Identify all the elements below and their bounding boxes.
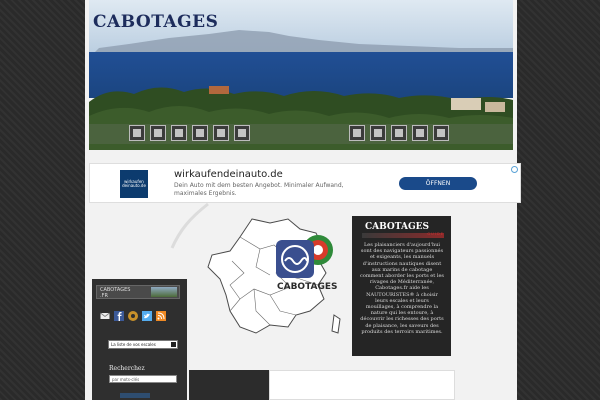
ad-description: Dein Auto mit dem besten Angebot. Minima… <box>174 182 344 197</box>
toolbar-left <box>129 125 250 143</box>
grid-icon[interactable] <box>213 125 229 141</box>
share-icons <box>100 311 166 321</box>
rss-icon[interactable] <box>128 311 138 321</box>
promo-box: CABOTAGES G U I D E Les plaisanciers d'a… <box>352 216 451 356</box>
promo-subtitle: G U I D E <box>427 232 443 236</box>
search-input[interactable]: par mots-clés <box>109 375 177 383</box>
calendar-icon[interactable] <box>150 125 166 141</box>
printer-icon[interactable] <box>370 125 386 141</box>
camera-icon[interactable] <box>391 125 407 141</box>
logo-text: CABOTAGES <box>277 282 338 292</box>
left-sidebar: CABOTAGES .FR La liste de vos escales Re… <box>92 279 187 400</box>
site-title[interactable]: CABOTAGES <box>93 12 218 32</box>
ad-logo[interactable]: wirkaufen deinauto.de <box>120 170 148 198</box>
dial-icon[interactable] <box>171 125 187 141</box>
promo-title: CABOTAGES <box>365 222 429 232</box>
promo-description: Les plaisanciers d'aujourd'hui sont des … <box>360 242 444 335</box>
sidebar-banner-photo <box>151 287 177 297</box>
twitter-icon[interactable] <box>142 311 152 321</box>
ad-info-icon[interactable] <box>511 166 518 173</box>
content-dark-block <box>189 370 269 400</box>
ad-open-button[interactable]: ÖFFNEN <box>399 177 477 190</box>
content-white-block <box>269 370 455 400</box>
sidebar-link[interactable] <box>120 393 150 398</box>
search-label: Recherchez <box>109 365 145 372</box>
sidebar-banner-line2: .FR <box>100 293 108 299</box>
escales-select[interactable]: La liste de vos escales <box>108 340 178 349</box>
feed-icon[interactable] <box>156 311 166 321</box>
image-icon[interactable] <box>129 125 145 141</box>
mail-icon[interactable] <box>100 311 110 321</box>
ad-banner[interactable]: wirkaufen deinauto.de wirkaufendeinauto.… <box>89 163 521 203</box>
header-banner: CABOTAGES <box>89 0 513 150</box>
chart-icon[interactable] <box>192 125 208 141</box>
ad-title[interactable]: wirkaufendeinauto.de <box>174 169 283 180</box>
book-icon[interactable] <box>412 125 428 141</box>
ad-logo-line2: deinauto.de <box>122 183 146 188</box>
sidebar-banner[interactable]: CABOTAGES .FR <box>96 285 180 299</box>
tool-icon[interactable] <box>234 125 250 141</box>
grid-icon[interactable] <box>433 125 449 141</box>
toolbar-right <box>349 125 449 143</box>
photo-icon[interactable] <box>349 125 365 141</box>
facebook-icon[interactable] <box>114 311 124 321</box>
